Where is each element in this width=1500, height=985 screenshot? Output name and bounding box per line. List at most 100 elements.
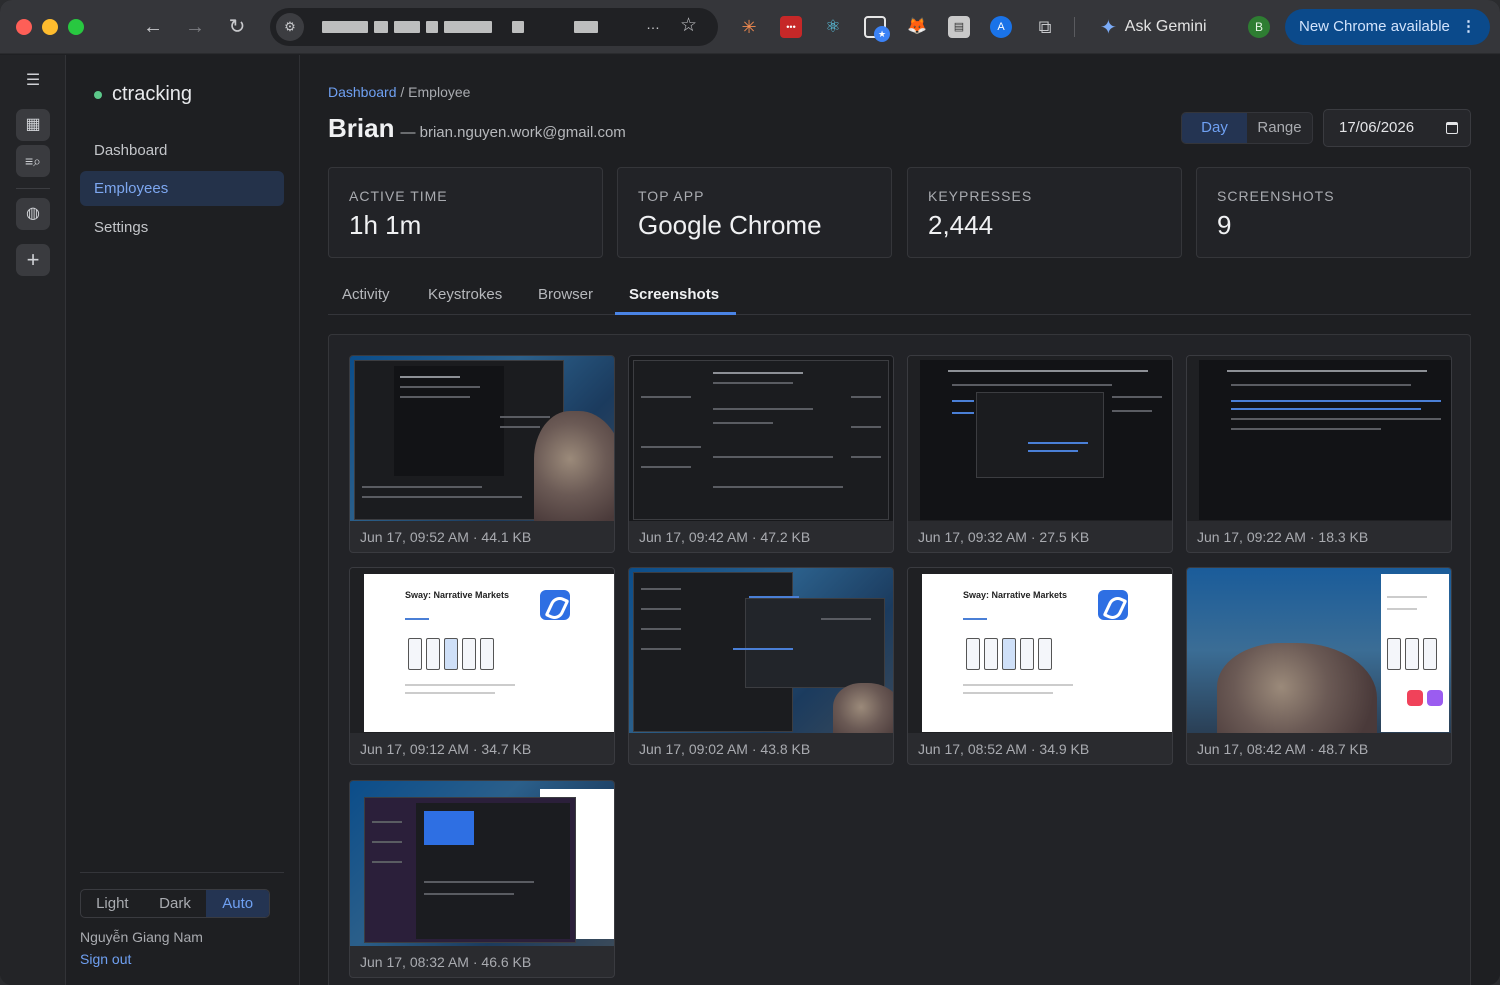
- theme-dark-option[interactable]: Dark: [144, 890, 207, 917]
- browser-window: ← → ↻ ⚙ … ☆ ✳ ••• ⚛ ★ 🦊 ▤ A ⧉ ✦ Ask Gemi…: [0, 0, 1500, 985]
- app-rail: ☰ ▦ ≡⌕ ◍ +: [0, 55, 66, 985]
- sidebar-item-employees[interactable]: Employees: [80, 171, 284, 206]
- theme-light-option[interactable]: Light: [81, 890, 144, 917]
- screenshot-thumbnail[interactable]: [350, 356, 614, 521]
- screenshot-thumbnail[interactable]: [1187, 568, 1451, 733]
- stat-card-active-time: ACTIVE TIME 1h 1m: [328, 167, 603, 258]
- sign-out-link[interactable]: Sign out: [80, 951, 131, 967]
- url-ellipsis: …: [646, 16, 660, 32]
- screenshot-card[interactable]: Jun 17, 08:32 AM · 46.6 KB: [349, 780, 615, 978]
- minimize-window-button[interactable]: [42, 19, 58, 35]
- mode-range-option[interactable]: Range: [1247, 113, 1312, 143]
- date-input[interactable]: 17/06/2026: [1323, 109, 1471, 147]
- vpn-extension-icon[interactable]: A: [990, 16, 1012, 38]
- password-extension-icon[interactable]: •••: [780, 16, 802, 38]
- screenshot-caption: Jun 17, 09:32 AM · 27.5 KB: [918, 529, 1090, 545]
- tab-keystrokes[interactable]: Keystrokes: [428, 286, 502, 303]
- stat-label: SCREENSHOTS: [1217, 188, 1335, 204]
- ask-gemini-label: Ask Gemini: [1124, 18, 1207, 35]
- status-dot: [94, 90, 102, 99]
- screenshot-caption: Jun 17, 09:02 AM · 43.8 KB: [639, 741, 811, 757]
- plus-icon[interactable]: +: [16, 244, 50, 276]
- maximize-window-button[interactable]: [68, 19, 84, 35]
- collapse-menu-icon[interactable]: ☰: [16, 65, 50, 97]
- address-bar[interactable]: ⚙ … ☆: [270, 8, 718, 46]
- ask-gemini-button[interactable]: ✦ Ask Gemini: [1100, 15, 1207, 39]
- screenshot-thumbnail[interactable]: Sway: Narrative Markets: [908, 568, 1172, 733]
- screenshot-card[interactable]: Jun 17, 09:22 AM · 18.3 KB: [1186, 355, 1452, 553]
- stat-value: 1h 1m: [349, 210, 422, 240]
- sidebar-divider: [80, 872, 284, 873]
- screenshot-thumbnail[interactable]: [1187, 356, 1451, 521]
- tab-screenshots[interactable]: Screenshots: [629, 286, 719, 303]
- sidebar-item-dashboard[interactable]: Dashboard: [80, 133, 284, 168]
- theme-auto-option[interactable]: Auto: [206, 890, 269, 917]
- stat-value: 9: [1217, 210, 1232, 240]
- date-mode-toggle: Day Range: [1181, 112, 1313, 144]
- breadcrumb: Dashboard / Employee: [328, 84, 470, 100]
- more-vert-icon[interactable]: ⋮: [1461, 9, 1476, 45]
- tab-browser[interactable]: Browser: [538, 286, 593, 303]
- active-tab-indicator: [615, 312, 736, 315]
- screenshot-card[interactable]: Jun 17, 09:42 AM · 47.2 KB: [628, 355, 894, 553]
- sidebar-item-settings[interactable]: Settings: [80, 210, 284, 245]
- react-devtools-icon[interactable]: ⚛: [822, 16, 844, 38]
- screenshot-card[interactable]: Jun 17, 09:32 AM · 27.5 KB: [907, 355, 1173, 553]
- stat-label: ACTIVE TIME: [349, 188, 448, 204]
- metamask-icon[interactable]: 🦊: [906, 16, 928, 38]
- mode-day-option[interactable]: Day: [1182, 113, 1247, 143]
- screenshot-thumbnail[interactable]: Sway: Narrative Markets: [350, 568, 614, 733]
- screenshot-card[interactable]: Sway: Narrative Markets Jun 17, 08:52 AM…: [907, 567, 1173, 765]
- profile-avatar[interactable]: B: [1248, 16, 1270, 38]
- screenshot-thumbnail[interactable]: [629, 568, 893, 733]
- screenshot-caption: Jun 17, 09:12 AM · 34.7 KB: [360, 741, 532, 757]
- back-arrow-icon[interactable]: ←: [140, 14, 166, 40]
- grid-icon[interactable]: ▦: [16, 109, 50, 141]
- screen-extension-icon[interactable]: ▤: [948, 16, 970, 38]
- toolbar-divider: [1074, 17, 1075, 37]
- screenshot-caption: Jun 17, 09:42 AM · 47.2 KB: [639, 529, 811, 545]
- globe-icon[interactable]: ◍: [16, 198, 50, 230]
- sidebar: ctracking Dashboard Employees Settings L…: [66, 55, 300, 985]
- stat-card-top-app: TOP APP Google Chrome: [617, 167, 892, 258]
- stat-card-screenshots: SCREENSHOTS 9: [1196, 167, 1471, 258]
- screenshot-thumbnail[interactable]: [350, 781, 614, 946]
- close-window-button[interactable]: [16, 19, 32, 35]
- chrome-update-button[interactable]: New Chrome available ⋮: [1285, 9, 1490, 45]
- screenshot-caption: Jun 17, 09:52 AM · 44.1 KB: [360, 529, 532, 545]
- screenshot-caption: Jun 17, 08:52 AM · 34.9 KB: [918, 741, 1090, 757]
- thumbnail-title: Sway: Narrative Markets: [963, 590, 1068, 600]
- date-value: 17/06/2026: [1339, 119, 1415, 136]
- screenshot-card[interactable]: Jun 17, 09:52 AM · 44.1 KB: [349, 355, 615, 553]
- screenshot-caption: Jun 17, 08:42 AM · 48.7 KB: [1197, 741, 1369, 757]
- employee-email: — brian.nguyen.work@gmail.com: [400, 124, 626, 141]
- reload-icon[interactable]: ↻: [224, 14, 250, 40]
- screenshot-card[interactable]: Sway: Narrative Markets Jun 17, 09:12 AM…: [349, 567, 615, 765]
- screenshot-card[interactable]: Jun 17, 09:02 AM · 43.8 KB: [628, 567, 894, 765]
- brand-name: ctracking: [112, 83, 193, 105]
- extensions-icon[interactable]: ⧉: [1034, 16, 1056, 38]
- stat-value: 2,444: [928, 210, 994, 240]
- rail-divider: [16, 188, 50, 189]
- screenshot-gallery: Jun 17, 09:52 AM · 44.1 KB Jun 17, 09:42…: [328, 334, 1471, 985]
- main-content: Dashboard / Employee Brian — brian.nguye…: [300, 55, 1500, 985]
- redacted-url: [322, 20, 598, 34]
- stat-label: TOP APP: [638, 188, 705, 204]
- search-list-icon[interactable]: ≡⌕: [16, 145, 50, 177]
- screenshot-caption: Jun 17, 09:22 AM · 18.3 KB: [1197, 529, 1369, 545]
- browser-toolbar: ← → ↻ ⚙ … ☆ ✳ ••• ⚛ ★ 🦊 ▤ A ⧉ ✦ Ask Gemi…: [0, 0, 1500, 54]
- detail-tabs: Activity Keystrokes Browser Screenshots: [328, 281, 1471, 315]
- site-settings-icon[interactable]: ⚙: [276, 13, 304, 41]
- screenshot-thumbnail[interactable]: [908, 356, 1172, 521]
- forward-arrow-icon[interactable]: →: [182, 14, 208, 40]
- tab-activity[interactable]: Activity: [342, 286, 390, 303]
- stat-value: Google Chrome: [638, 210, 822, 240]
- star-icon[interactable]: ☆: [680, 14, 697, 37]
- screenshot-thumbnail[interactable]: [629, 356, 893, 521]
- brand[interactable]: ctracking: [94, 83, 192, 106]
- claude-extension-icon[interactable]: ✳: [738, 16, 760, 38]
- stat-card-keypresses: KEYPRESSES 2,444: [907, 167, 1182, 258]
- screenshot-card[interactable]: Jun 17, 08:42 AM · 48.7 KB: [1186, 567, 1452, 765]
- calendar-icon[interactable]: [1446, 122, 1458, 134]
- breadcrumb-dashboard-link[interactable]: Dashboard: [328, 84, 397, 100]
